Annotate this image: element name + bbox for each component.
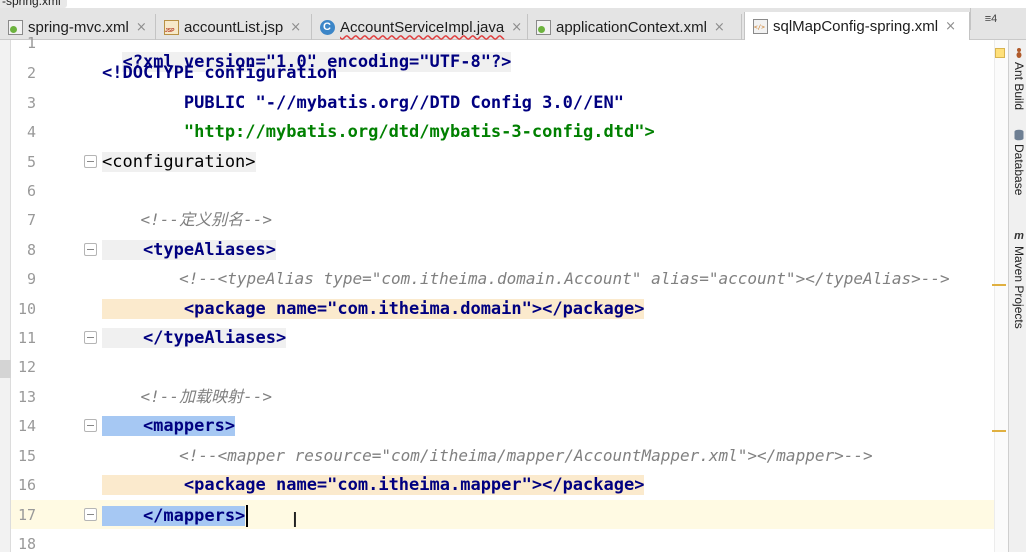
close-icon[interactable]: × [136,20,147,35]
code-line-2[interactable]: <!DOCTYPE configuration [102,63,337,83]
doctype-declaration: <!DOCTYPE configuration [102,63,338,83]
tab-application-context-xml[interactable]: applicationContext.xml × [528,14,742,40]
close-icon[interactable]: × [290,20,301,35]
code-line-9[interactable]: <!--<typeAlias type="com.itheima.domain.… [102,269,950,289]
code-line-17[interactable]: </mappers> [102,505,249,527]
xml-file-icon [753,18,768,34]
fold-end-icon[interactable] [84,508,97,521]
line-number: 7 [26,211,36,229]
left-tool-strip-marker [0,360,11,378]
xml-spring-icon [536,19,551,35]
tab-label: accountList.jsp [184,18,284,36]
tab-label: applicationContext.xml [556,18,707,36]
line-number: 18 [17,535,36,553]
tab-label: spring-mvc.xml [28,18,129,36]
line-number: 6 [26,182,36,200]
tab-account-service-impl-java[interactable]: AccountServiceImpl.java × [312,14,528,40]
package-domain-element: <package name="com.itheima.domain"></pac… [102,299,645,319]
line-number: 10 [17,300,36,318]
line-number: 8 [26,241,36,259]
code-line-4[interactable]: "http://mybatis.org/dtd/mybatis-3-config… [102,122,655,142]
tool-window-database[interactable]: Database [1011,128,1026,195]
tool-window-label: Maven Projects [1012,246,1026,329]
close-icon[interactable]: × [511,20,522,35]
mappers-open-tag: <mappers> [102,416,236,436]
comment-load-mappers: <!--加载映射--> [102,387,272,406]
tool-window-label: Ant Build [1012,62,1026,111]
line-number: 16 [17,476,36,494]
tool-window-label: Database [1012,144,1026,196]
tab-label: AccountServiceImpl.java [340,18,505,36]
tab-sqlmapconfig-spring-xml[interactable]: sqlMapConfig-spring.xml × [744,12,970,40]
xml-spring-icon [8,19,23,35]
code-line-15[interactable]: <!--<mapper resource="com/itheima/mapper… [102,446,873,466]
jsp-file-icon [164,19,179,35]
code-line-13[interactable]: <!--加载映射--> [102,387,272,407]
code-line-3[interactable]: PUBLIC "-//mybatis.org//DTD Config 3.0//… [102,93,624,113]
fold-end-icon[interactable] [84,331,97,344]
database-icon [1013,128,1025,141]
mappers-close-tag: </mappers> [102,506,246,526]
line-number: 2 [26,64,36,82]
editor-tab-bar: spring-mvc.xml × accountList.jsp × Accou… [0,8,1026,40]
code-line-14[interactable]: <mappers> [102,416,236,436]
fold-toggle-icon[interactable] [84,419,97,432]
comment-typealias: <!--<typeAlias type="com.itheima.domain.… [102,269,950,288]
close-icon[interactable]: × [945,19,956,34]
text-caret [246,505,249,527]
code-line-16[interactable]: <package name="com.itheima.mapper"></pac… [102,475,645,495]
configuration-open-tag: <configuration> [102,152,256,172]
tab-overflow-button[interactable]: ≡4 [970,8,1011,30]
line-number: 14 [17,417,36,435]
line-number: 11 [17,329,36,347]
line-number: 17 [17,506,36,524]
fold-toggle-icon[interactable] [84,243,97,256]
line-number: 4 [26,123,36,141]
tool-window-maven-projects[interactable]: m Maven Projects [1011,230,1026,329]
mouse-ibeam-cursor-icon: I [292,508,298,532]
comment-define-alias: <!--定义别名--> [102,210,272,229]
package-mapper-element: <package name="com.itheima.mapper"></pac… [102,475,645,495]
java-class-icon [320,19,335,35]
line-number: 13 [17,388,36,406]
window-title-fragment: -spring.xml [0,0,67,8]
tab-label: sqlMapConfig-spring.xml [773,17,939,35]
doctype-public-id: PUBLIC "-//mybatis.org//DTD Config 3.0//… [102,93,624,113]
line-number: 12 [17,358,36,376]
ant-icon [1013,46,1025,58]
right-tool-window-bar: Ant Build Database m Maven Projects [1008,40,1026,552]
tab-account-list-jsp[interactable]: accountList.jsp × [156,14,312,40]
line-number: 9 [26,270,36,288]
close-icon[interactable]: × [714,20,725,35]
doctype-system-id: "http://mybatis.org/dtd/mybatis-3-config… [102,122,655,142]
error-stripe[interactable] [994,40,1008,552]
code-line-5[interactable]: <configuration> [102,152,256,172]
line-number: 3 [26,94,36,112]
comment-mapper-resource: <!--<mapper resource="com/itheima/mapper… [102,446,873,465]
fold-toggle-icon[interactable] [84,155,97,168]
line-number: 5 [26,153,36,171]
code-line-11[interactable]: </typeAliases> [102,328,287,348]
code-line-7[interactable]: <!--定义别名--> [102,210,272,230]
tool-window-ant-build[interactable]: Ant Build [1011,46,1026,110]
error-stripe-mark[interactable] [992,284,1006,286]
inspection-status-icon[interactable] [995,48,1005,58]
code-line-10[interactable]: <package name="com.itheima.domain"></pac… [102,299,645,319]
line-number: 15 [17,447,36,465]
maven-icon: m [1014,230,1024,242]
typealiases-open-tag: <typeAliases> [102,240,276,260]
typealiases-close-tag: </typeAliases> [102,328,287,348]
code-line-8[interactable]: <typeAliases> [102,240,276,260]
error-stripe-mark[interactable] [992,430,1006,432]
line-number: 1 [26,34,36,52]
left-tool-strip [0,40,11,552]
